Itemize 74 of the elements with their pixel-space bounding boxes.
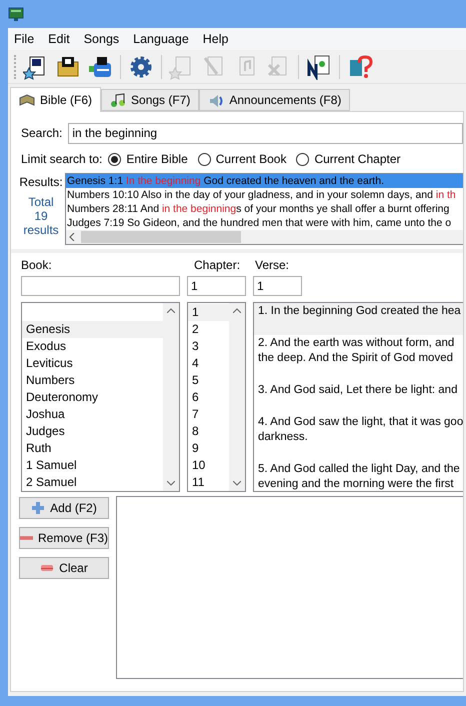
book-item[interactable]: Ruth [22,440,163,457]
book-item[interactable]: Leviticus [22,355,163,372]
radio-option[interactable]: Entire Bible [108,150,188,168]
page-number-icon[interactable] [306,54,332,80]
chapter-field[interactable]: 1 [187,276,246,296]
menu-item[interactable]: File [14,30,34,48]
result-row[interactable]: Numbers 10:10 Also in the day of your gladness, and in your solemn days, and in th [66,188,463,202]
app-monitor-icon [8,6,24,22]
verse-text[interactable]: 2. And the earth was without form, and the deep. And the Spirit of God moved [254,335,463,382]
book-item[interactable]: Genesis [22,321,163,338]
add-button[interactable]: Add (F2) [19,497,109,519]
settings-icon[interactable] [128,54,154,80]
result-row[interactable]: Numbers 28:11 And in the beginnings of your months ye shall offer a burnt offering [66,202,463,216]
clear-button[interactable]: Clear [19,557,109,579]
chapter-item[interactable]: 2 [188,321,229,338]
book-item[interactable]: 2 Samuel [22,474,163,491]
chapter-label: Chapter: [194,257,242,274]
menu-item[interactable]: Help [202,30,228,48]
scroll-left-icon[interactable] [69,233,75,241]
search-field[interactable]: in the beginning [68,122,463,144]
menu-item[interactable]: Edit [48,30,70,48]
results-count: Total 19 results [23,195,59,237]
scroll-down-icon[interactable] [167,481,175,486]
chapter-item[interactable]: 7 [188,406,229,423]
menu-item[interactable]: Language [133,30,189,48]
result-row[interactable]: Genesis 1:1 In the beginning God created the heaven and the earth. [66,174,463,188]
verse-text[interactable]: 5. And God called the light Day, and the evening and the morning were the first [254,461,463,491]
tab[interactable]: Bible (F6) [10,87,102,112]
chapter-item[interactable]: 10 [188,457,229,474]
book-item[interactable]: Joshua [22,406,163,423]
radio-option[interactable]: Current Book [198,150,286,168]
speaker-icon [208,92,224,108]
verse-text[interactable]: 4. And God saw the light, that it was goo darkness. [254,414,463,461]
scroll-up-icon[interactable] [167,308,175,313]
verse-field[interactable]: 1 [253,276,302,296]
radio-option[interactable]: Current Chapter [296,150,400,168]
book-label: Book: [21,257,53,274]
chapter-item[interactable]: 9 [188,440,229,457]
remove-button[interactable]: Remove (F3) [19,527,109,549]
chapter-item[interactable]: 1 [188,304,229,321]
vertical-scrollbar[interactable] [163,303,179,491]
book-item[interactable]: Deuteronomy [22,389,163,406]
chapter-item[interactable]: 3 [188,338,229,355]
book-field[interactable] [21,276,180,296]
radio-button[interactable] [296,152,310,166]
chapter-item[interactable]: 6 [188,389,229,406]
plus-icon [31,501,46,515]
scroll-up-icon[interactable] [233,308,241,313]
limit-label: Limit search to: [21,151,102,168]
verse-text[interactable]: 3. And God said, Let there be light: and [254,382,463,414]
verse-text[interactable]: 1. In the beginning God created the hea [254,303,463,335]
notes-icon [110,92,126,108]
book-icon [19,92,35,108]
tab[interactable]: Songs (F7) [101,89,200,111]
book-item[interactable]: Judges [22,423,163,440]
vertical-scrollbar[interactable] [229,303,245,491]
chapter-item[interactable]: 5 [188,372,229,389]
book-item[interactable]: Numbers [22,372,163,389]
chapter-item[interactable]: 8 [188,423,229,440]
radio-button[interactable] [198,152,211,166]
book-item[interactable]: Exodus [22,338,163,355]
result-row[interactable]: Judges 7:19 So Gideon, and the hundred men that were with him, came unto the o [66,216,463,230]
scroll-down-icon[interactable] [233,481,241,486]
chapter-item[interactable]: 11 [188,474,229,491]
verse-label: Verse: [255,257,290,274]
tab[interactable]: Announcements (F8) [199,89,350,111]
search-label: Search: [21,125,62,142]
menu-item[interactable]: Songs [84,30,120,48]
book-item[interactable]: 1 Samuel [22,457,163,474]
results-label: Results: [19,174,63,191]
horizontal-scrollbar[interactable] [66,230,463,244]
chapter-item[interactable]: 4 [188,355,229,372]
help-book-icon[interactable] [347,54,373,80]
radio-button[interactable] [108,152,122,166]
